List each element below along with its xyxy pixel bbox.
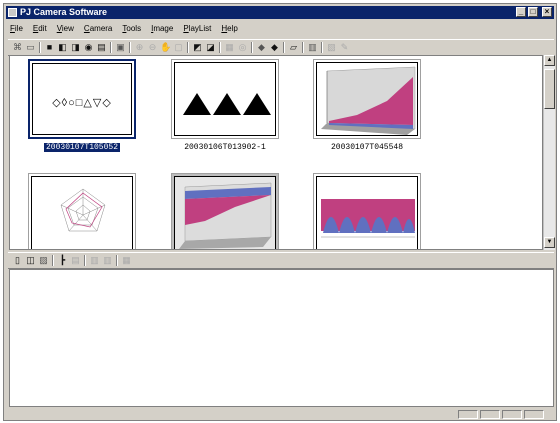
thumbnail-caption-1[interactable]: 20030107T105052 bbox=[22, 143, 142, 153]
thumbnail-3[interactable] bbox=[313, 59, 421, 139]
app-window: PJ Camera Software _ □ × File Edit View … bbox=[3, 3, 557, 421]
save-list-icon[interactable]: ▨ bbox=[38, 255, 49, 266]
new-list-icon[interactable]: ▯ bbox=[12, 255, 23, 266]
list-properties-icon[interactable]: ▦ bbox=[121, 255, 132, 266]
menu-tools[interactable]: Tools bbox=[122, 23, 141, 35]
status-cell-2 bbox=[480, 410, 500, 419]
fit-icon[interactable]: ▢ bbox=[173, 42, 184, 53]
adjust-icon[interactable]: ◎ bbox=[237, 42, 248, 53]
status-cell-3 bbox=[502, 410, 522, 419]
status-cell-4 bbox=[524, 410, 544, 419]
menu-bar: File Edit View Camera Tools Image PlayLi… bbox=[10, 23, 248, 35]
thumbnail-4[interactable] bbox=[28, 173, 136, 249]
settings-icon[interactable]: ▧ bbox=[326, 42, 337, 53]
capture-icon[interactable]: ⌘ bbox=[12, 42, 23, 53]
crop-icon[interactable]: ▦ bbox=[224, 42, 235, 53]
rotate-icon[interactable]: ◩ bbox=[192, 42, 203, 53]
open-list-icon[interactable]: ◫ bbox=[25, 255, 36, 266]
menu-camera[interactable]: Camera bbox=[84, 23, 112, 35]
move-up-icon[interactable]: ▥ bbox=[89, 255, 100, 266]
prev-icon[interactable]: ◆ bbox=[256, 42, 267, 53]
minimize-button[interactable]: _ bbox=[516, 7, 526, 17]
scroll-thumb[interactable] bbox=[544, 69, 555, 109]
maximize-button[interactable]: □ bbox=[528, 7, 538, 17]
zoom-out-icon[interactable]: ⊖ bbox=[147, 42, 158, 53]
status-cell-1 bbox=[458, 410, 478, 419]
slideshow-icon[interactable]: ▱ bbox=[288, 42, 299, 53]
thumbnail-scrollbar[interactable]: ▲ ▼ bbox=[543, 55, 555, 250]
delete-icon[interactable]: ◉ bbox=[83, 42, 94, 53]
menu-view[interactable]: View bbox=[57, 23, 74, 35]
menu-playlist[interactable]: PlayList bbox=[183, 23, 211, 35]
copy-icon[interactable]: ◧ bbox=[57, 42, 68, 53]
thumbnail-2[interactable] bbox=[171, 59, 279, 139]
add-icon[interactable]: ▤ bbox=[70, 255, 81, 266]
area-chart-image bbox=[179, 182, 272, 249]
print-icon[interactable]: ▣ bbox=[115, 42, 126, 53]
main-toolbar: ⌘ ▭ ■ ◧ ◨ ◉ ▤ ▣ ⊕ ⊖ ✋ ▢ ◩ ◪ ▦ ◎ ◆ ◆ ▱ ▥ … bbox=[8, 39, 554, 56]
radar-chart-image bbox=[60, 188, 106, 232]
thumbnail-5[interactable] bbox=[171, 173, 279, 249]
thumbnail-caption-2[interactable]: 20030106T013902-1 bbox=[165, 143, 285, 153]
move-down-icon[interactable]: ▥ bbox=[102, 255, 113, 266]
app-icon bbox=[8, 8, 17, 17]
paste-icon[interactable]: ◨ bbox=[70, 42, 81, 53]
scroll-up-button[interactable]: ▲ bbox=[544, 55, 555, 66]
thumbnail-1[interactable]: ◇◊○□△▽◇ bbox=[28, 59, 136, 139]
playlist-pane[interactable] bbox=[9, 269, 554, 407]
scroll-down-button[interactable]: ▼ bbox=[544, 237, 555, 248]
next-icon[interactable]: ◆ bbox=[269, 42, 280, 53]
zoom-in-icon[interactable]: ⊕ bbox=[134, 42, 145, 53]
close-button[interactable]: × bbox=[542, 7, 552, 17]
camera-icon[interactable]: ▭ bbox=[25, 42, 36, 53]
save-icon[interactable]: ▤ bbox=[96, 42, 107, 53]
menu-image[interactable]: Image bbox=[151, 23, 173, 35]
window-title: PJ Camera Software bbox=[20, 7, 108, 17]
playlist-toolbar: ▯ ◫ ▨ ┣ ▤ ▥ ▥ ▦ bbox=[8, 252, 554, 269]
triangles-image bbox=[183, 93, 271, 115]
properties-icon[interactable]: ✎ bbox=[339, 42, 350, 53]
shapes-image: ◇◊○□△▽◇ bbox=[52, 97, 112, 109]
tree-icon[interactable]: ┣ bbox=[57, 255, 68, 266]
cone-chart-image bbox=[321, 199, 415, 238]
thumbnail-6[interactable] bbox=[313, 173, 421, 249]
title-bar: PJ Camera Software _ □ × bbox=[6, 6, 554, 19]
open-icon[interactable]: ■ bbox=[44, 42, 55, 53]
hand-icon[interactable]: ✋ bbox=[160, 42, 171, 53]
menu-edit[interactable]: Edit bbox=[33, 23, 47, 35]
status-bar bbox=[8, 409, 554, 420]
flip-icon[interactable]: ◪ bbox=[205, 42, 216, 53]
menu-help[interactable]: Help bbox=[221, 23, 237, 35]
thumbnail-pane[interactable]: ◇◊○□△▽◇ 20030107T105052 20030106T013902-… bbox=[9, 55, 543, 250]
surface-chart-image bbox=[321, 66, 416, 135]
menu-file[interactable]: File bbox=[10, 23, 23, 35]
playlist-icon[interactable]: ▥ bbox=[307, 42, 318, 53]
thumbnail-caption-3[interactable]: 20030107T045548 bbox=[307, 143, 427, 153]
